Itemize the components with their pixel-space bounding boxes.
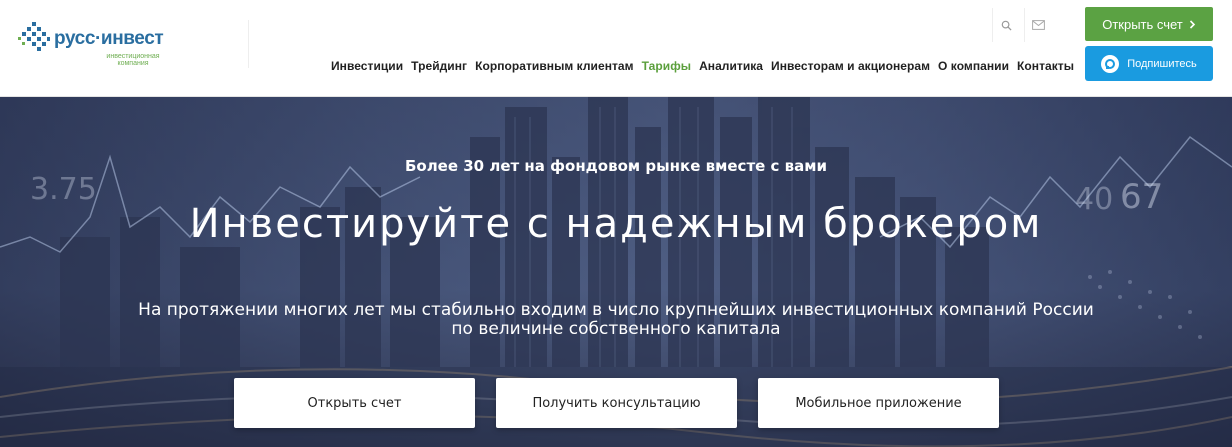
hero-open-account-button[interactable]: Открыть счет	[234, 378, 475, 428]
hero-consultation-button[interactable]: Получить консультацию	[496, 378, 737, 428]
search-button[interactable]	[992, 8, 1020, 42]
hero-kicker: Более 30 лет на фондовом рынке вместе с …	[404, 157, 828, 175]
hero-title: Инвестируйте с надежным брокером	[189, 201, 1043, 247]
nav-item-analytics[interactable]: Аналитика	[699, 59, 763, 73]
subscribe-label: Подпишитесь	[1127, 57, 1197, 70]
hero-description: На протяжении многих лет мы стабильно вх…	[0, 301, 1232, 339]
chat-bubble-icon	[1101, 54, 1120, 73]
nav-item-corporate[interactable]: Корпоративным клиентам	[475, 59, 634, 73]
mail-icon	[1032, 20, 1045, 30]
open-account-label: Открыть счет	[1102, 16, 1183, 32]
nav-item-contacts[interactable]: Контакты	[1017, 59, 1074, 73]
brand-tagline-line1: инвестиционная	[106, 53, 160, 60]
brand-name: русс·инвест	[54, 28, 164, 49]
header-divider	[248, 20, 249, 68]
search-icon	[1001, 20, 1012, 31]
logo-mark-icon	[18, 22, 50, 51]
site-header: русс·инвест инвестиционная компания Инве…	[0, 0, 1232, 97]
brand-logo[interactable]: русс·инвест инвестиционная компания	[18, 20, 178, 67]
hero-mobile-app-button[interactable]: Мобильное приложение	[758, 378, 999, 428]
nav-item-investors[interactable]: Инвесторам и акционерам	[771, 59, 930, 73]
nav-item-about[interactable]: О компании	[938, 59, 1009, 73]
open-account-button[interactable]: Открыть счет	[1085, 7, 1213, 41]
nav-item-trading[interactable]: Трейдинг	[411, 59, 467, 73]
mail-button[interactable]	[1024, 8, 1052, 42]
subscribe-button[interactable]: Подпишитесь	[1085, 46, 1213, 81]
brand-tagline-line2: компания	[117, 60, 149, 67]
hero-description-line1: На протяжении многих лет мы стабильно вх…	[138, 300, 1094, 320]
nav-item-investments[interactable]: Инвестиции	[331, 59, 403, 73]
hero-banner: 3.75 40 67 Более 30 лет на фондовом рынк…	[0, 97, 1232, 447]
nav-item-tariffs[interactable]: Тарифы	[642, 59, 691, 73]
hero-description-line2: по величине собственного капитала	[451, 319, 781, 339]
main-nav: Инвестиции Трейдинг Корпоративным клиент…	[331, 59, 1082, 73]
brand-tagline: инвестиционная компания	[98, 53, 168, 67]
chevron-right-icon	[1189, 19, 1195, 29]
